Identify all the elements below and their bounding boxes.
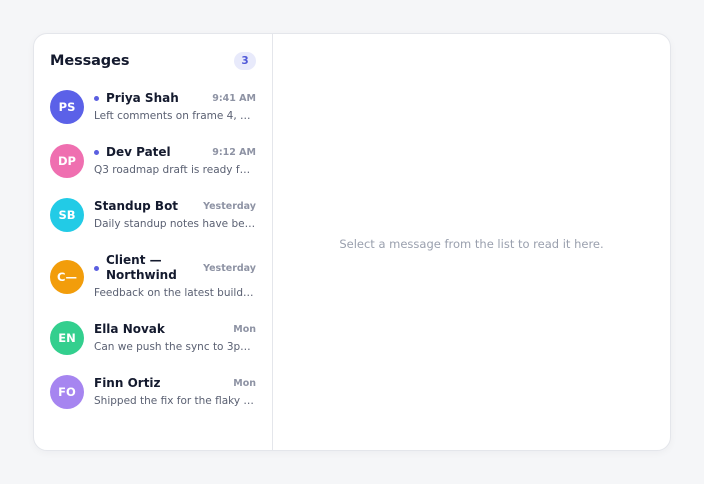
messages-card: Messages 3 PS Priya Shah 9:41 AM Left co…: [33, 33, 671, 451]
message-item-finn-ortiz[interactable]: FO Finn Ortiz Mon Shipped the fix for th…: [50, 375, 256, 409]
sender-name: Finn Ortiz: [94, 376, 161, 390]
message-time: 9:41 AM: [212, 93, 256, 104]
message-item-standup-bot[interactable]: SB Standup Bot Yesterday Daily standup n…: [50, 198, 256, 232]
sender-name: Standup Bot: [94, 199, 179, 213]
sender-name: Dev Patel: [106, 145, 171, 159]
sender-name: Client — Northwind: [106, 253, 177, 282]
message-time: Mon: [233, 378, 256, 389]
message-preview: Daily standup notes have been posted.: [94, 218, 256, 230]
message-item-priya-shah[interactable]: PS Priya Shah 9:41 AM Left comments on f…: [50, 90, 256, 124]
avatar: FO: [50, 375, 84, 409]
avatar: EN: [50, 321, 84, 355]
unread-dot-icon: [94, 150, 99, 155]
message-item-client-northwind[interactable]: C— Client — Northwind Yesterday Feedback…: [50, 253, 256, 300]
unread-count-badge: 3: [234, 52, 256, 70]
avatar: C—: [50, 259, 84, 294]
avatar: PS: [50, 90, 84, 124]
message-reading-pane: Select a message from the list to read i…: [273, 34, 670, 450]
message-preview: Left comments on frame 4, mostly about s…: [94, 110, 256, 122]
message-preview: Can we push the sync to 3pm tomorrow?: [94, 341, 256, 353]
message-time: 9:12 AM: [212, 147, 256, 158]
message-list-panel: Messages 3 PS Priya Shah 9:41 AM Left co…: [34, 34, 273, 450]
message-item-dev-patel[interactable]: DP Dev Patel 9:12 AM Q3 roadmap draft is…: [50, 144, 256, 178]
empty-state-text: Select a message from the list to read i…: [339, 237, 604, 251]
message-time: Yesterday: [203, 201, 256, 212]
avatar: SB: [50, 198, 84, 232]
message-list-header: Messages 3: [50, 34, 256, 86]
message-time: Mon: [233, 324, 256, 335]
unread-dot-icon: [94, 96, 99, 101]
avatar: DP: [50, 144, 84, 178]
message-list-title: Messages: [50, 53, 130, 69]
sender-name: Ella Novak: [94, 322, 165, 336]
unread-dot-icon: [94, 265, 99, 271]
message-preview: Feedback on the latest build, see attach…: [94, 287, 256, 299]
sender-name: Priya Shah: [106, 91, 179, 105]
message-time: Yesterday: [203, 262, 256, 274]
message-preview: Shipped the fix for the flaky checkout t…: [94, 395, 256, 407]
message-item-ella-novak[interactable]: EN Ella Novak Mon Can we push the sync t…: [50, 321, 256, 355]
message-preview: Q3 roadmap draft is ready for review.: [94, 164, 256, 176]
